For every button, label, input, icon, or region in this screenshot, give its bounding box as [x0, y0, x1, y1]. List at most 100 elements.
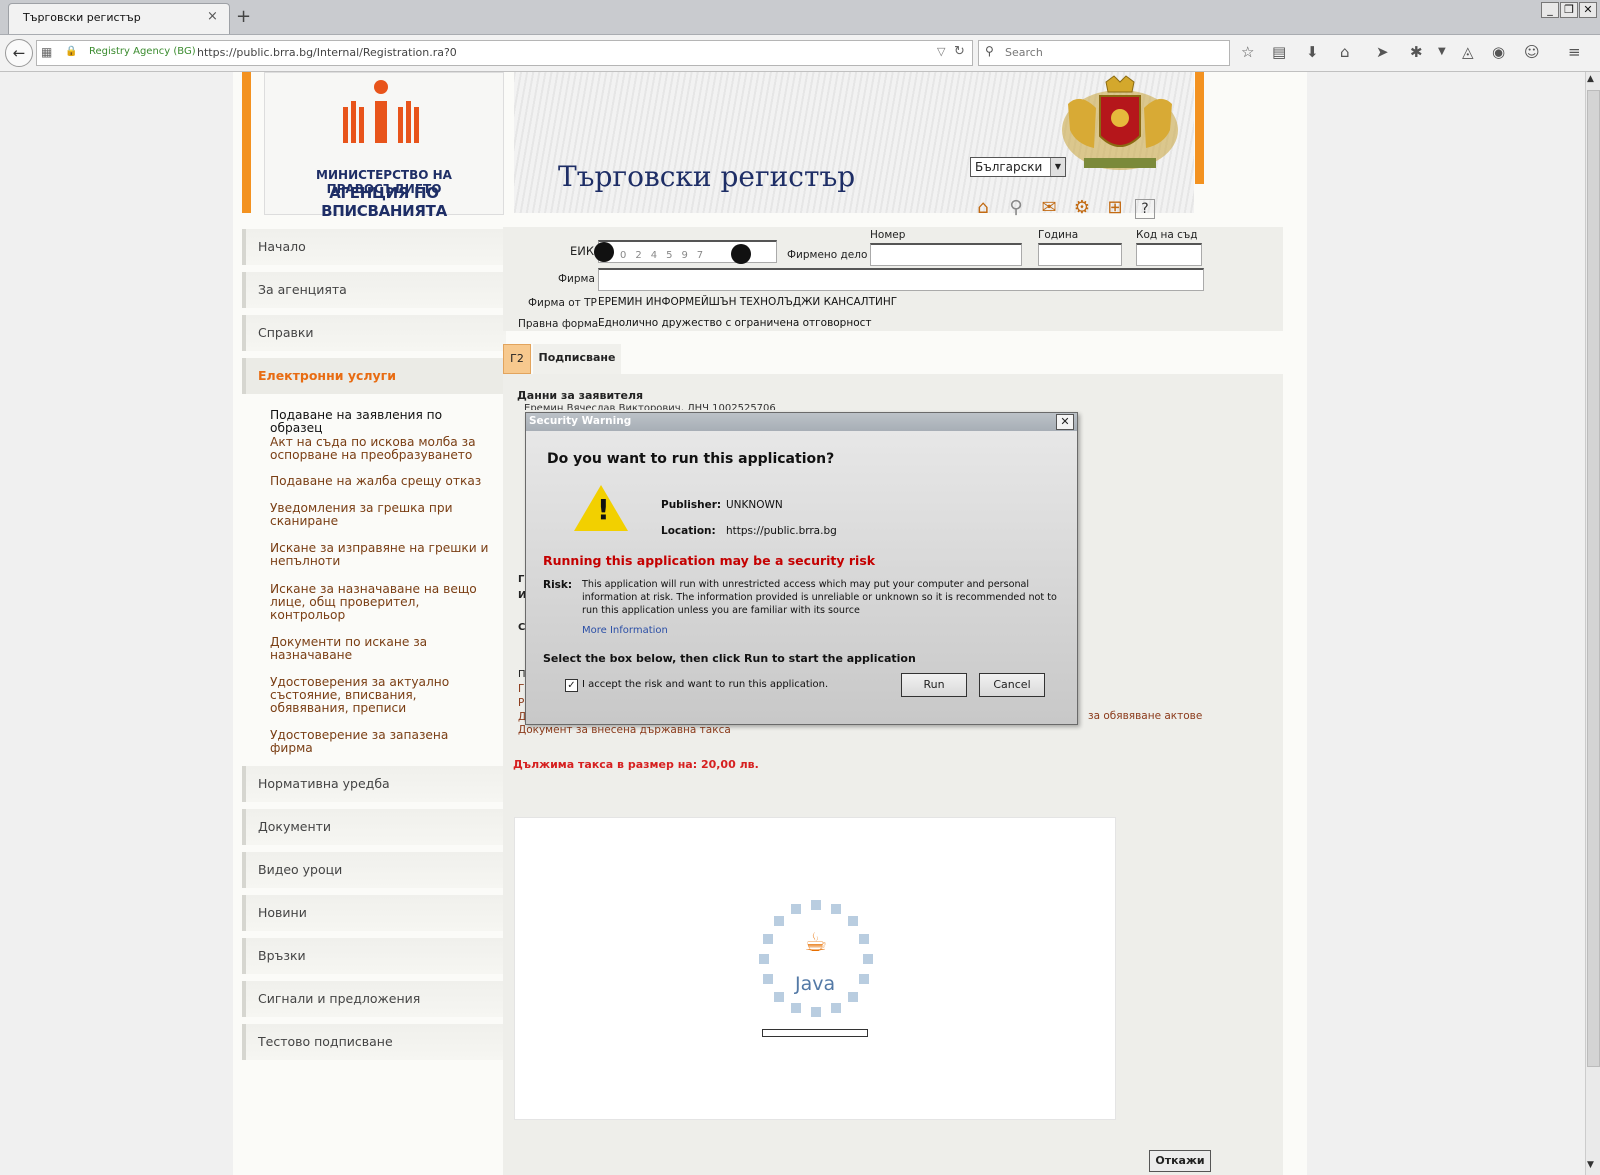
- search-tool-icon[interactable]: ⚲: [1003, 196, 1029, 220]
- page-grid-icon[interactable]: ▦: [41, 45, 52, 59]
- dialog-cancel-button[interactable]: Cancel: [979, 673, 1045, 697]
- chevron-down-icon[interactable]: ▼: [1050, 158, 1065, 176]
- legal-form-value: Еднолично дружество с ограничена отговор…: [598, 317, 872, 329]
- select-instruction: Select the box below, then click Run to …: [543, 652, 916, 665]
- reload-icon[interactable]: ↻: [954, 44, 965, 59]
- new-tab-button[interactable]: +: [236, 6, 251, 27]
- sync-icon[interactable]: ◉: [1492, 43, 1505, 61]
- firm-input[interactable]: [598, 268, 1204, 291]
- scroll-down-icon[interactable]: ▼: [1587, 1160, 1594, 1170]
- lock-icon: 🔒: [65, 46, 78, 57]
- sidebar-sub-item[interactable]: Удостоверение за запазена фирма: [270, 729, 492, 755]
- sidebar-item-about[interactable]: За агенцията: [242, 272, 506, 308]
- more-information-link[interactable]: More Information: [582, 625, 668, 636]
- sidebar-sub-item[interactable]: Искане за назначаване на вещо лице, общ …: [270, 583, 492, 622]
- sitemap-tool-icon[interactable]: ⊞: [1102, 196, 1128, 220]
- back-icon[interactable]: ←: [5, 39, 33, 67]
- sidebar-item-test-signing[interactable]: Тестово подписване: [242, 1024, 506, 1060]
- sidebar-sub-item[interactable]: Уведомления за грешка при сканиране: [270, 502, 492, 528]
- tab-g2[interactable]: Г2: [503, 344, 531, 374]
- ministry-logo[interactable]: МИНИСТЕРСТВО НА ПРАВОСЪДИЕТО АГЕНЦИЯ ПО …: [264, 72, 504, 220]
- menu-icon[interactable]: ≡: [1568, 43, 1581, 61]
- search-icon: ⚲: [985, 44, 994, 58]
- puzzle-icon[interactable]: ✱: [1410, 43, 1423, 61]
- java-progress-bar: [762, 1029, 868, 1037]
- scrollbar-thumb[interactable]: [1587, 90, 1600, 1067]
- reading-list-icon[interactable]: ▤: [1272, 43, 1286, 61]
- accept-risk-label[interactable]: I accept the risk and want to run this a…: [582, 679, 828, 690]
- search-placeholder: Search: [1005, 46, 1043, 59]
- run-button[interactable]: Run: [901, 673, 967, 697]
- sidebar-item-links[interactable]: Връзки: [242, 938, 506, 974]
- dialog-titlebar[interactable]: Security Warning ✕: [526, 413, 1077, 431]
- download-icon[interactable]: ⬇: [1306, 43, 1319, 61]
- language-select[interactable]: Български ▼: [970, 157, 1066, 177]
- sidebar-item-home[interactable]: Начало: [242, 229, 506, 265]
- restore-button[interactable]: ❐: [1560, 2, 1578, 18]
- court-code-input[interactable]: [1136, 243, 1202, 266]
- location-label: Location:: [661, 525, 716, 537]
- bookmark-star-icon[interactable]: ☆: [1241, 43, 1254, 61]
- pocket-icon[interactable]: ◬: [1462, 43, 1474, 61]
- browser-nav-bar: ← ▦ 🔒 Registry Agency (BG) https://publi…: [0, 35, 1600, 72]
- sidebar-item-label: Видео уроци: [258, 862, 343, 877]
- java-label: Java: [795, 973, 836, 995]
- sidebar-item-regulations[interactable]: Нормативна уредба: [242, 766, 506, 802]
- sidebar-item-label: За агенцията: [258, 282, 347, 297]
- year-input[interactable]: [1038, 243, 1122, 266]
- partial-link[interactable]: Г: [518, 683, 524, 695]
- home-icon[interactable]: ⌂: [1340, 43, 1350, 61]
- url-dropdown-icon[interactable]: ▽: [937, 45, 945, 58]
- chat-icon[interactable]: ☺: [1524, 43, 1540, 61]
- accept-risk-checkbox[interactable]: ✓: [565, 679, 578, 692]
- url-text[interactable]: https://public.brra.bg/Internal/Registra…: [197, 46, 457, 59]
- close-window-button[interactable]: ✕: [1579, 2, 1597, 18]
- browser-tab[interactable]: Търговски регистър ×: [8, 3, 230, 34]
- sidebar-sub-item[interactable]: Подаване на заявления по образец: [270, 409, 492, 435]
- partial-link[interactable]: Р: [518, 697, 524, 709]
- court-code-label: Код на съд: [1136, 229, 1198, 241]
- sidebar-item-label: Сигнали и предложения: [258, 991, 421, 1006]
- company-case-label: Фирмено дело: [787, 249, 868, 261]
- sidebar-sub-item[interactable]: Подаване на жалба срещу отказ: [270, 475, 492, 488]
- sidebar-item-feedback[interactable]: Сигнали и предложения: [242, 981, 506, 1017]
- mail-tool-icon[interactable]: ✉: [1036, 196, 1062, 220]
- send-icon[interactable]: ➤: [1376, 43, 1389, 61]
- sidebar-item-news[interactable]: Новини: [242, 895, 506, 931]
- settings-tool-icon[interactable]: ⚙: [1069, 196, 1095, 220]
- sidebar-item-label: Справки: [258, 325, 314, 340]
- site-identity[interactable]: Registry Agency (BG): [89, 46, 196, 57]
- minimize-button[interactable]: _: [1541, 2, 1559, 18]
- sidebar-item-eservices[interactable]: Електронни услуги: [242, 358, 506, 394]
- firm-tr-value: ЕРЕМИН ИНФОРМЕЙШЪН ТЕХНОЛЪДЖИ КАНСАЛТИНГ: [598, 296, 898, 308]
- sidebar-sub-item[interactable]: Удостоверения за актуално състояние, впи…: [270, 676, 492, 715]
- sidebar-item-video[interactable]: Видео уроци: [242, 852, 506, 888]
- tab-close-icon[interactable]: ×: [207, 9, 218, 24]
- cancel-button[interactable]: Откажи: [1149, 1150, 1211, 1172]
- browser-tab-bar: Търговски регистър × + _ ❐ ✕: [0, 0, 1600, 35]
- ministry-logo-mark: [343, 80, 419, 143]
- publisher-value: UNKNOWN: [726, 499, 783, 511]
- sidebar-item-documents[interactable]: Документи: [242, 809, 506, 845]
- fee-document-link[interactable]: Документ за внесена държавна такса: [518, 724, 731, 736]
- url-bar[interactable]: ▦ 🔒 Registry Agency (BG) https://public.…: [36, 40, 973, 66]
- sidebar-item-label: Тестово подписване: [258, 1034, 393, 1049]
- year-label: Година: [1038, 229, 1079, 241]
- sidebar-sub-item[interactable]: Искане за изправяне на грешки и непълнот…: [270, 542, 492, 568]
- tab-title: Търговски регистър: [23, 11, 141, 24]
- toolbar-dropdown-icon[interactable]: ▼: [1438, 46, 1446, 57]
- close-icon[interactable]: ✕: [1056, 414, 1074, 430]
- dialog-title: Security Warning: [529, 415, 632, 427]
- search-bar[interactable]: ⚲ Search: [978, 40, 1230, 66]
- number-input[interactable]: [870, 243, 1022, 266]
- sidebar-item-reports[interactable]: Справки: [242, 315, 506, 351]
- risk-text: This application will run with unrestric…: [582, 579, 1057, 616]
- sidebar-sub-item[interactable]: Акт на съда по искова молба за оспорване…: [270, 436, 492, 462]
- sidebar-sub-item[interactable]: Документи по искане за назначаване: [270, 636, 492, 662]
- home-tool-icon[interactable]: ⌂: [970, 196, 996, 220]
- scroll-up-icon[interactable]: ▲: [1587, 74, 1594, 84]
- java-logo: ☕: [804, 928, 828, 958]
- announcement-link[interactable]: за обявяване актове: [1088, 710, 1202, 722]
- help-tool-icon[interactable]: ?: [1135, 199, 1155, 219]
- tab-signing[interactable]: Подписване: [533, 344, 621, 374]
